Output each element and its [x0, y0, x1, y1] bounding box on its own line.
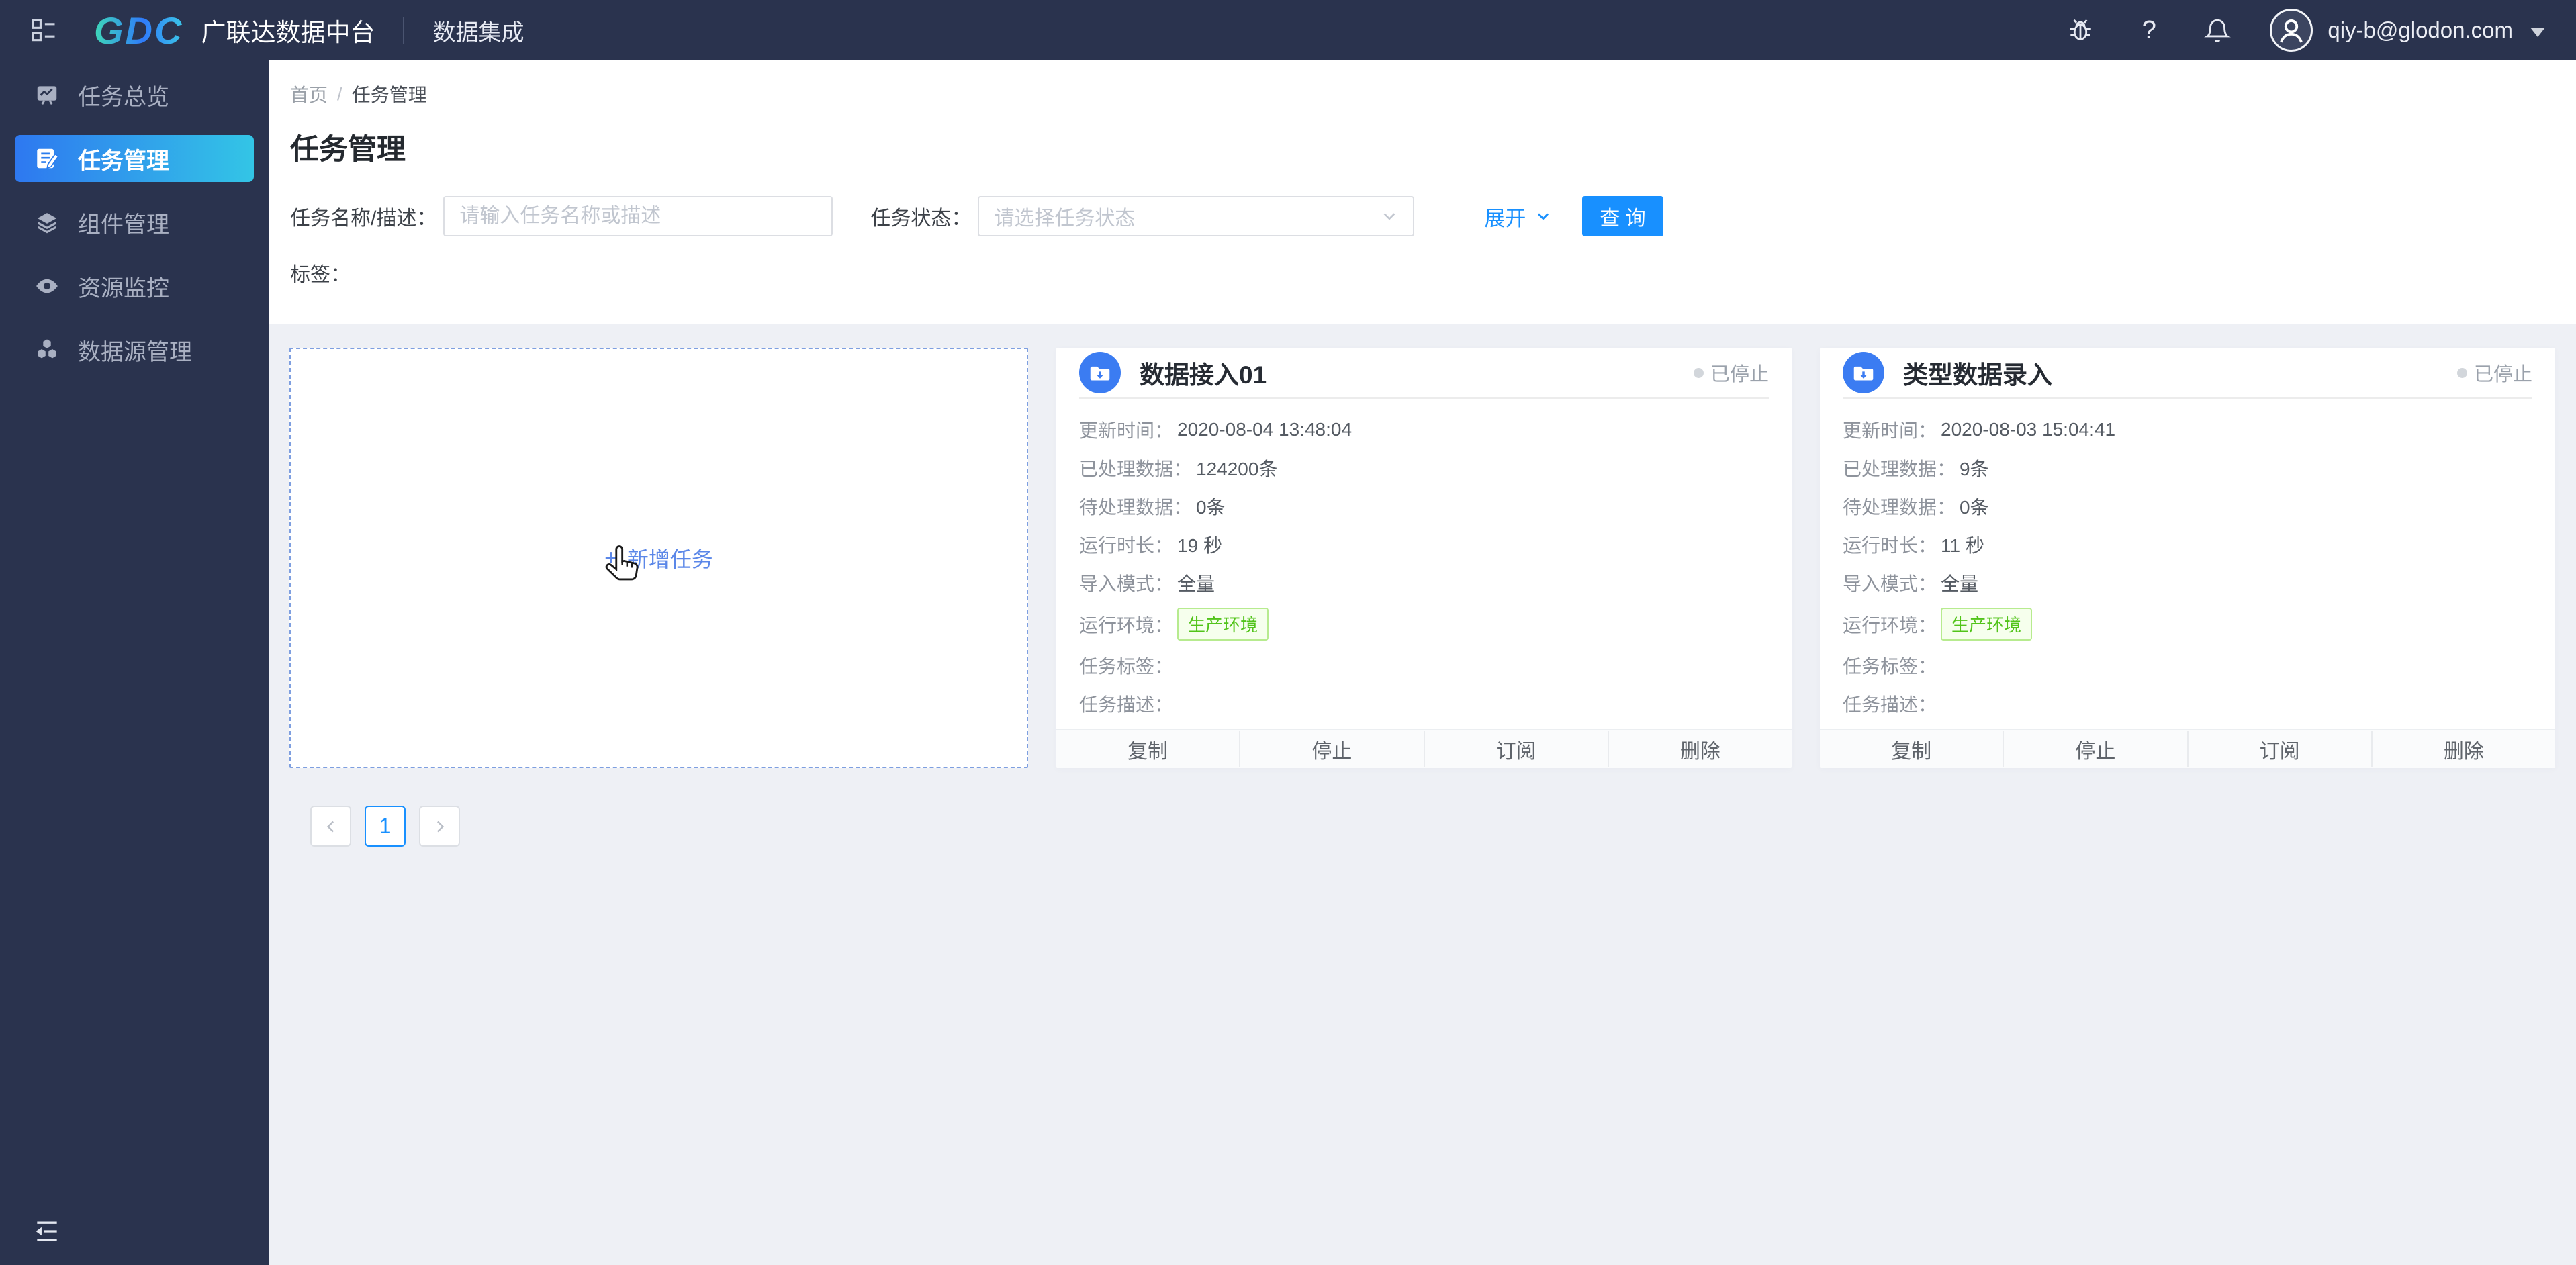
task-name-filter-label: 任务名称/描述：: [290, 207, 437, 230]
import-mode-value: 全量: [1941, 573, 1979, 595]
plus-icon: +: [604, 545, 618, 571]
task-name-input[interactable]: [443, 196, 833, 236]
add-task-label: 新增任务: [627, 547, 713, 571]
processed-value: 9条: [1960, 459, 1989, 480]
chevron-down-icon[interactable]: [2530, 28, 2545, 37]
dashboard-chart-icon: [34, 81, 60, 108]
gdc-logo: GDC: [94, 9, 184, 52]
pagination: 1: [310, 806, 2557, 847]
status-badge: 已停止: [1693, 359, 1769, 387]
status-dot-icon: [2456, 367, 2467, 378]
cards-area: + 新增任务 数据接入01 已停止 更新时间： 2020-08-04 13:48…: [269, 324, 2576, 847]
breadcrumb: 首页 / 任务管理: [290, 81, 2549, 107]
chevron-down-icon: [1379, 206, 1399, 226]
folder-download-icon: [1843, 352, 1884, 394]
environment-badge: 生产环境: [1941, 608, 2033, 641]
sidebar-item-label: 数据源管理: [78, 339, 192, 365]
next-page-button[interactable]: [419, 806, 460, 847]
import-mode-value: 全量: [1177, 573, 1215, 595]
user-email[interactable]: qiy-b@glodon.com: [2328, 17, 2513, 43]
task-card-title: 数据接入01: [1140, 361, 1267, 389]
eye-icon: [34, 273, 60, 299]
pending-value: 0条: [1960, 497, 1989, 518]
subscribe-action[interactable]: 订阅: [2189, 730, 2371, 768]
sidebar-item-resource-monitor[interactable]: 资源监控: [15, 263, 254, 310]
add-task-card[interactable]: + 新增任务: [289, 348, 1028, 768]
prev-page-button[interactable]: [310, 806, 351, 847]
menu-fold-icon[interactable]: [32, 1217, 62, 1246]
copy-action[interactable]: 复制: [1056, 730, 1239, 768]
breadcrumb-home[interactable]: 首页: [290, 81, 328, 107]
product-name: 广联达数据中台: [201, 19, 375, 46]
processed-value: 124200条: [1196, 459, 1278, 480]
chevron-right-icon: [430, 816, 450, 837]
stop-action[interactable]: 停止: [1240, 730, 1423, 768]
updated-value: 2020-08-03 15:04:41: [1941, 419, 2116, 440]
card-actions: 复制 停止 订阅 删除: [1820, 729, 2555, 768]
chevron-down-icon: [1534, 207, 1553, 226]
app-header: GDC 广联达数据中台 数据集成 ? qiy-b@glodon.com: [0, 0, 2576, 60]
pending-value: 0条: [1196, 497, 1226, 518]
help-icon[interactable]: ?: [2134, 15, 2164, 45]
page-header-panel: 首页 / 任务管理 任务管理 任务名称/描述： 任务状态： 请选择任务状态 展开: [269, 60, 2576, 324]
sidebar-item-task-overview[interactable]: 任务总览: [15, 71, 254, 118]
breadcrumb-current: 任务管理: [351, 85, 427, 105]
expand-label: 展开: [1484, 206, 1526, 230]
sidebar: 任务总览 任务管理 组件管理 资源监控 数据源管理: [0, 60, 269, 1265]
module-name[interactable]: 数据集成: [432, 14, 524, 47]
copy-action[interactable]: 复制: [1820, 730, 2003, 768]
sidebar-item-component-management[interactable]: 组件管理: [15, 199, 254, 246]
avatar[interactable]: [2270, 9, 2313, 52]
chevron-left-icon: [321, 816, 341, 837]
delete-action[interactable]: 删除: [1609, 730, 1792, 768]
bell-icon[interactable]: [2203, 15, 2232, 45]
task-card: 数据接入01 已停止 更新时间： 2020-08-04 13:48:04 已处理数…: [1056, 348, 1792, 768]
breadcrumb-separator: /: [337, 83, 342, 104]
tag-filter-label: 标签：: [290, 264, 351, 286]
sidebar-item-datasource-management[interactable]: 数据源管理: [15, 326, 254, 373]
task-card: 类型数据录入 已停止 更新时间： 2020-08-03 15:04:41 已处理数…: [1820, 348, 2555, 768]
task-status-filter-label: 任务状态：: [870, 207, 972, 230]
app-list-icon[interactable]: [28, 15, 59, 46]
task-status-placeholder: 请选择任务状态: [994, 207, 1136, 230]
duration-value: 11 秒: [1941, 535, 1984, 557]
status-badge: 已停止: [2456, 359, 2532, 387]
bug-icon[interactable]: [2066, 15, 2095, 45]
sidebar-item-label: 组件管理: [78, 212, 169, 238]
sidebar-item-label: 资源监控: [78, 275, 169, 301]
filter-row: 任务名称/描述： 任务状态： 请选择任务状态 展开 查 询: [290, 196, 2549, 236]
page-1-button[interactable]: 1: [365, 806, 406, 847]
task-status-select[interactable]: 请选择任务状态: [978, 196, 1415, 236]
subscribe-action[interactable]: 订阅: [1425, 730, 1608, 768]
status-dot-icon: [1693, 367, 1704, 378]
task-card-title: 类型数据录入: [1903, 361, 2052, 389]
expand-filters-link[interactable]: 展开: [1484, 201, 1553, 232]
hexagon-cluster-icon: [34, 336, 60, 363]
stop-action[interactable]: 停止: [2004, 730, 2187, 768]
document-pen-icon: [34, 145, 60, 172]
header-divider: [403, 17, 405, 44]
updated-value: 2020-08-04 13:48:04: [1177, 419, 1352, 440]
card-actions: 复制 停止 订阅 删除: [1056, 729, 1792, 768]
duration-value: 19 秒: [1177, 535, 1222, 557]
sidebar-item-task-management[interactable]: 任务管理: [15, 135, 254, 182]
layers-icon: [34, 209, 60, 236]
page-title: 任务管理: [290, 134, 406, 166]
main-content: 首页 / 任务管理 任务管理 任务名称/描述： 任务状态： 请选择任务状态 展开: [269, 60, 2576, 1265]
sidebar-item-label: 任务管理: [78, 148, 169, 174]
delete-action[interactable]: 删除: [2373, 730, 2555, 768]
folder-download-icon: [1079, 352, 1121, 394]
sidebar-item-label: 任务总览: [78, 84, 169, 110]
environment-badge: 生产环境: [1177, 608, 1269, 641]
search-button[interactable]: 查 询: [1582, 196, 1663, 236]
